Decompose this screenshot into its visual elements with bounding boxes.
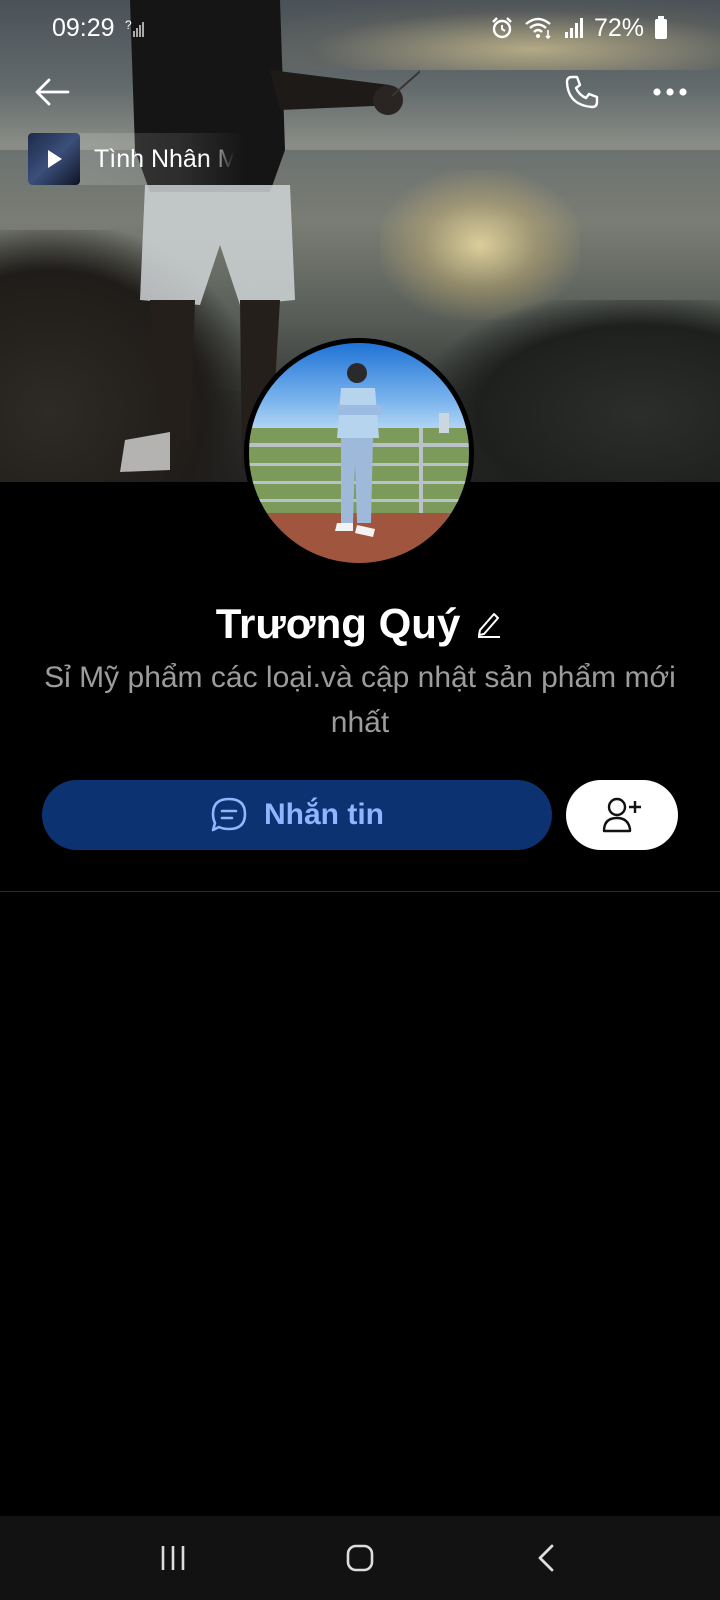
recent-apps-button[interactable]	[151, 1536, 195, 1580]
profile-bio: Sỉ Mỹ phẩm các loại.và cập nhật sản phẩm…	[44, 661, 676, 739]
divider	[0, 891, 720, 892]
music-cover-thumbnail	[28, 133, 80, 185]
status-time: 09:29	[52, 13, 115, 42]
top-bar-actions	[560, 70, 692, 114]
play-icon	[48, 150, 62, 168]
profile-name: Trương Quý	[215, 600, 461, 647]
status-bar: 09:29 ? 72%	[0, 0, 720, 56]
home-icon	[346, 1544, 374, 1572]
system-navigation-bar	[0, 1516, 720, 1600]
message-button-label: Nhắn tin	[264, 798, 384, 831]
cellular-signal-icon	[564, 18, 584, 38]
wifi-icon	[524, 16, 554, 40]
arrow-left-icon	[35, 78, 70, 106]
more-button[interactable]	[648, 70, 692, 114]
profile-name-row: Trương Quý	[0, 600, 720, 648]
battery-percentage: 72%	[593, 13, 644, 42]
status-left: 09:29 ?	[52, 14, 145, 43]
music-title: Tình Nhân M	[94, 144, 234, 173]
profile-music-chip[interactable]: Tình Nhân M	[28, 133, 246, 185]
pencil-icon	[478, 613, 501, 638]
home-button[interactable]	[338, 1536, 382, 1580]
back-button[interactable]	[30, 70, 74, 114]
system-back-button[interactable]	[525, 1536, 569, 1580]
alarm-icon	[490, 16, 514, 40]
signal-unknown-icon: ?	[125, 17, 145, 39]
status-right: 72%	[490, 14, 668, 43]
chevron-left-icon	[538, 1544, 554, 1572]
call-button[interactable]	[560, 70, 604, 114]
edit-name-button[interactable]	[474, 609, 504, 639]
battery-icon	[654, 16, 668, 40]
avatar-photo	[249, 343, 469, 563]
phone-icon	[565, 75, 599, 109]
chat-bubble-icon	[211, 797, 247, 832]
recent-apps-icon	[162, 1546, 185, 1570]
top-bar	[0, 60, 720, 124]
svg-text:?: ?	[125, 18, 132, 32]
avatar[interactable]	[244, 338, 474, 568]
add-friend-button[interactable]	[566, 780, 678, 850]
more-horizontal-icon	[653, 88, 687, 96]
message-button[interactable]: Nhắn tin	[42, 780, 552, 850]
add-friend-icon	[602, 797, 641, 833]
